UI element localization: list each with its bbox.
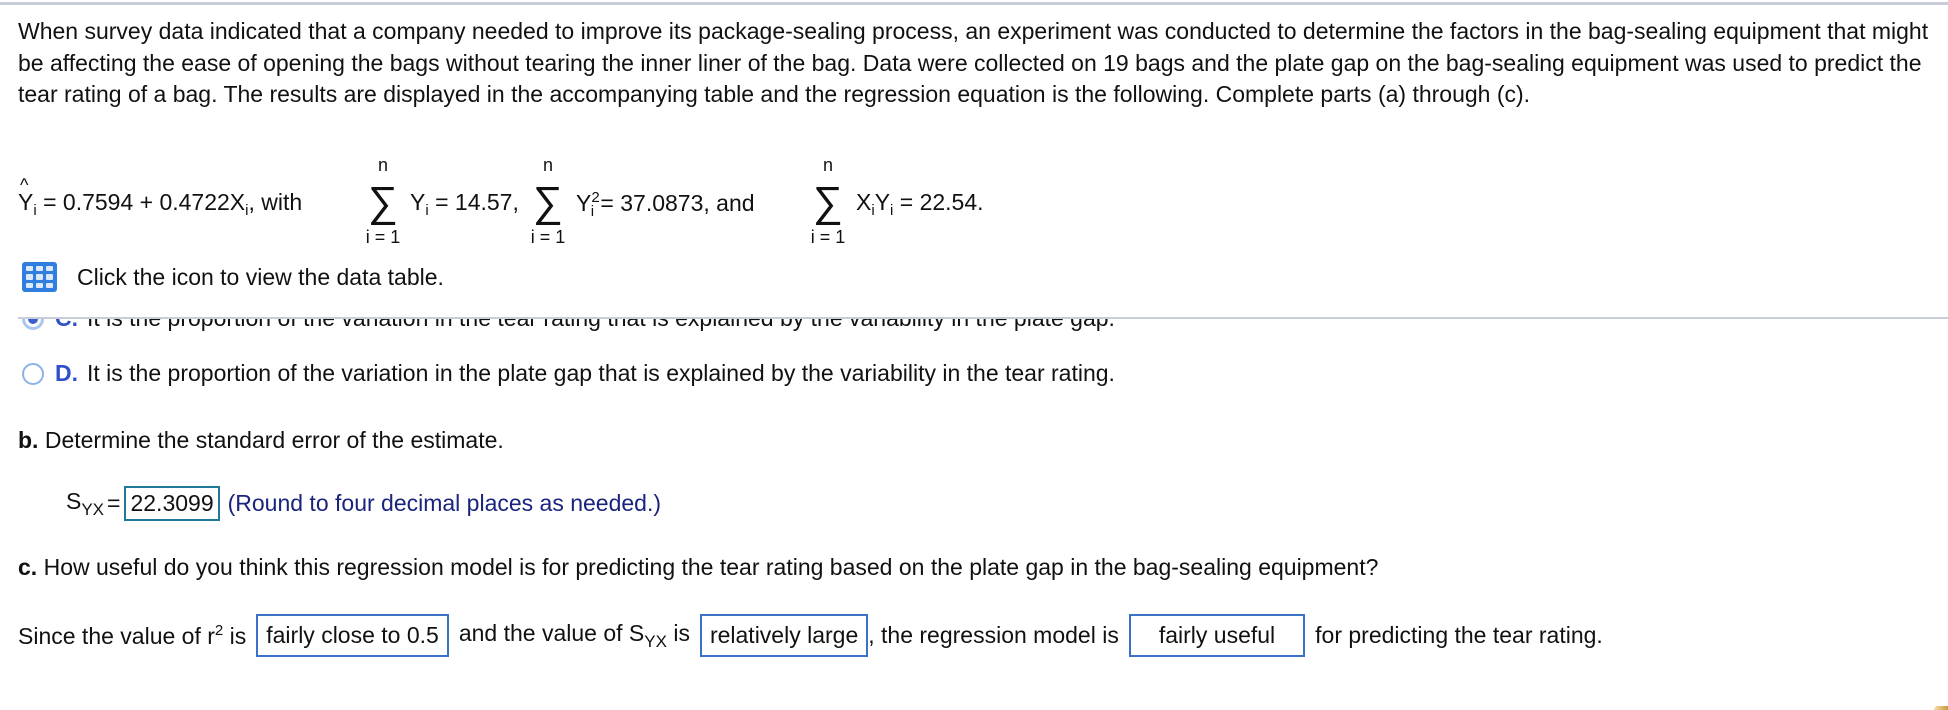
part-b-heading: b. Determine the standard error of the e… bbox=[18, 427, 504, 453]
regression-equation: Yi = 0.7594 + 0.4722Xi, with bbox=[18, 175, 302, 219]
option-c-clipped: C. It is the proportion of the variation… bbox=[0, 319, 1948, 341]
sigma-symbol: ∑ bbox=[533, 178, 563, 225]
sentence-text: Since the value of r2 is bbox=[18, 621, 247, 649]
sigma-symbol: ∑ bbox=[368, 178, 398, 225]
option-d[interactable]: D. It is the proportion of the variation… bbox=[22, 360, 1115, 387]
standard-error-row: SYX = 22.3099 (Round to four decimal pla… bbox=[66, 486, 661, 521]
data-table-icon[interactable] bbox=[22, 262, 57, 292]
part-c-heading: c. How useful do you think this regressi… bbox=[18, 554, 1379, 580]
r-squared-dropdown[interactable]: fairly close to 0.5 bbox=[256, 614, 449, 657]
rounding-hint: (Round to four decimal places as needed.… bbox=[227, 490, 662, 516]
option-letter: D. bbox=[55, 360, 78, 386]
option-text: It is the proportion of the variation in… bbox=[87, 360, 1115, 386]
data-table-link-label[interactable]: Click the icon to view the data table. bbox=[77, 264, 444, 291]
sigma-symbol: ∑ bbox=[813, 178, 843, 225]
corner-decoration bbox=[1934, 706, 1948, 710]
syx-answer-field[interactable]: 22.3099 bbox=[124, 486, 220, 521]
view-data-table-link[interactable]: Click the icon to view the data table. bbox=[22, 262, 444, 292]
option-c[interactable]: C. It is the proportion of the variation… bbox=[22, 319, 1115, 332]
syx-size-dropdown[interactable]: relatively large bbox=[699, 614, 869, 657]
sum-y-value: Yi = 14.57, bbox=[410, 189, 519, 219]
sentence-text: , the regression model is bbox=[868, 622, 1119, 648]
option-letter: C. bbox=[55, 319, 87, 332]
sentence-text: for predicting the tear rating. bbox=[1315, 622, 1603, 648]
usefulness-dropdown[interactable]: fairly useful bbox=[1128, 614, 1306, 657]
radio-c-selected[interactable] bbox=[22, 319, 44, 330]
part-c-answer-sentence: Since the value of r2 is fairly close to… bbox=[18, 614, 1603, 657]
sum-y-squared-value: Y2i = 37.0873, and bbox=[576, 189, 755, 220]
problem-statement: When survey data indicated that a compan… bbox=[18, 18, 1929, 107]
option-text: It is the proportion of the variation in… bbox=[87, 319, 1115, 332]
top-border bbox=[0, 2, 1948, 5]
y-hat: Y bbox=[18, 175, 33, 216]
syx-symbol: SYX bbox=[66, 487, 105, 519]
radio-d[interactable] bbox=[22, 362, 44, 385]
sentence-text: and the value of SYX is bbox=[458, 619, 690, 651]
sum-xy-value: XiYi = 22.54. bbox=[856, 189, 984, 219]
